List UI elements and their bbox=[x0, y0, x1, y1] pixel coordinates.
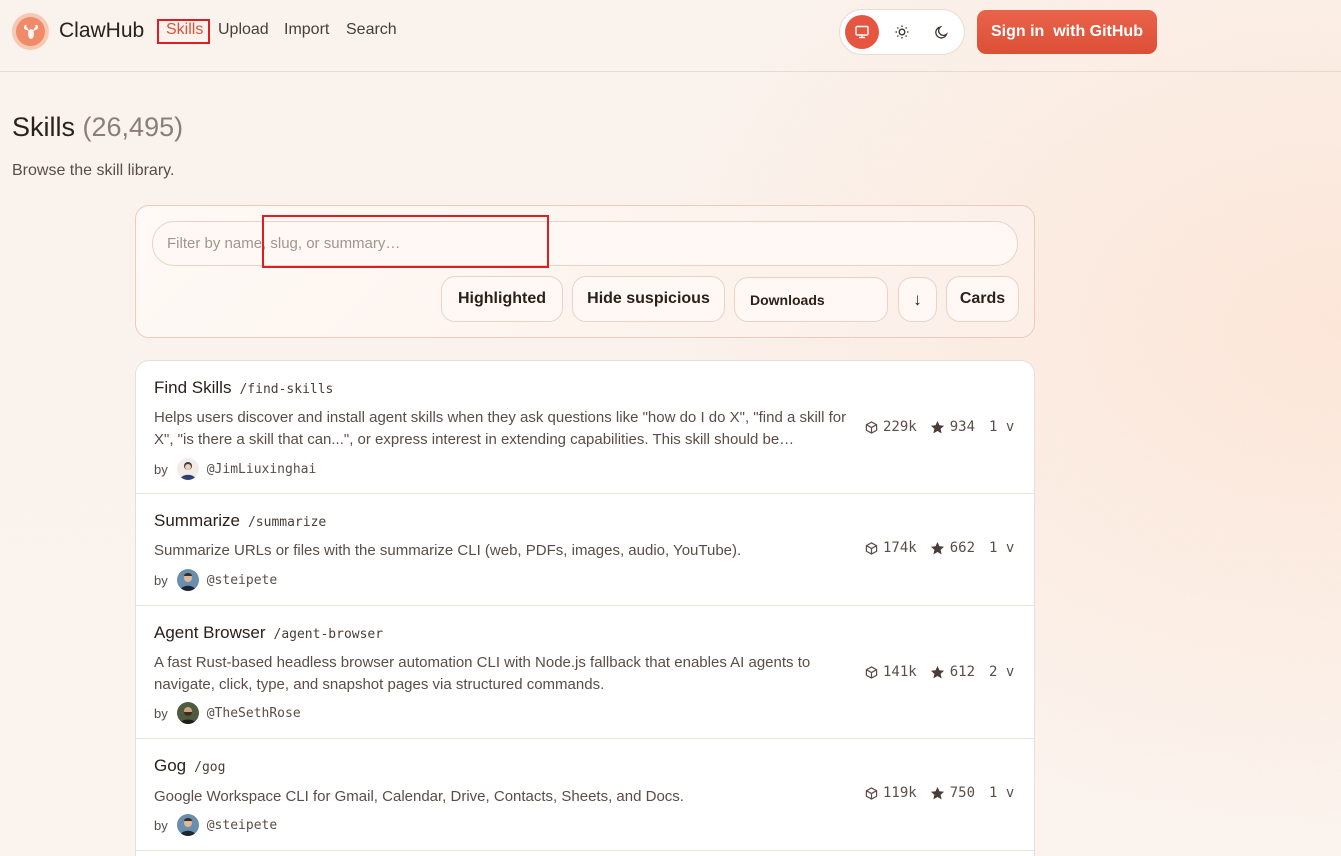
downloads-count: 141k bbox=[883, 664, 917, 680]
star-icon bbox=[930, 786, 944, 799]
highlighted-toggle[interactable]: Highlighted bbox=[441, 276, 563, 322]
stars-count: 662 bbox=[949, 540, 976, 556]
theme-system-button[interactable] bbox=[845, 15, 879, 49]
skill-title[interactable]: Find Skills/find-skills bbox=[154, 378, 333, 398]
highlight-box-search bbox=[262, 215, 549, 268]
skill-author-line: by @JimLiuxinghai bbox=[154, 458, 316, 480]
avatar[interactable] bbox=[176, 814, 199, 836]
monitor-icon bbox=[855, 25, 869, 39]
skill-title[interactable]: Gog/gog bbox=[154, 756, 225, 776]
stars-count: 750 bbox=[949, 785, 976, 801]
page-title-text: Skills bbox=[12, 112, 76, 142]
skill-title[interactable]: Agent Browser/agent-browser bbox=[154, 623, 383, 643]
skill-name: Summarize bbox=[154, 511, 240, 530]
by-label: by bbox=[154, 705, 168, 721]
skill-stats: 119k 750 1 v bbox=[865, 785, 1014, 801]
skill-author-line: by @steipete bbox=[154, 569, 277, 591]
page-subtitle: Browse the skill library. bbox=[12, 162, 175, 179]
downloads-count: 119k bbox=[883, 785, 917, 801]
sort-select-value: Downloads bbox=[750, 291, 825, 308]
downloads-count: 174k bbox=[883, 540, 917, 556]
downloads-count: 229k bbox=[883, 419, 917, 435]
top-bar: ClawHub Skills Upload Import Search Sign… bbox=[0, 0, 1341, 72]
skill-row[interactable]: Gog/gog Google Workspace CLI for Gmail, … bbox=[136, 739, 1034, 851]
stars-count: 612 bbox=[949, 664, 976, 680]
lobster-icon bbox=[16, 17, 45, 46]
skill-stats: 174k 662 1 v bbox=[865, 540, 1014, 556]
star-icon bbox=[930, 541, 944, 554]
star-icon bbox=[930, 420, 944, 433]
skills-list: Find Skills/find-skills Helps users disc… bbox=[135, 360, 1035, 856]
skill-name: Find Skills bbox=[154, 378, 232, 397]
sun-icon bbox=[895, 25, 909, 39]
by-label: by bbox=[154, 817, 168, 833]
sign-in-github-button[interactable]: Sign in with GitHub bbox=[977, 10, 1157, 54]
versions-count: 1 v bbox=[989, 785, 1015, 801]
skills-count: (26,495) bbox=[82, 112, 184, 142]
skill-author-line: by @steipete bbox=[154, 814, 277, 836]
arrow-down-icon: ↓ bbox=[913, 289, 922, 309]
skill-author-line: by @TheSethRose bbox=[154, 702, 301, 724]
nav-search[interactable]: Search bbox=[346, 21, 397, 39]
page-title: Skills (26,495) bbox=[12, 112, 183, 143]
stars-count: 934 bbox=[949, 419, 976, 435]
by-label: by bbox=[154, 461, 168, 477]
theme-dark-button[interactable] bbox=[925, 15, 959, 49]
moon-icon bbox=[935, 25, 948, 39]
view-mode-button[interactable]: Cards bbox=[946, 276, 1019, 322]
by-label: by bbox=[154, 572, 168, 588]
skill-name: Gog bbox=[154, 756, 187, 775]
skill-title[interactable]: Summarize/summarize bbox=[154, 511, 326, 531]
author-handle[interactable]: @JimLiuxinghai bbox=[207, 462, 317, 477]
skill-description: Summarize URLs or files with the summari… bbox=[154, 542, 742, 559]
skill-description: Google Workspace CLI for Gmail, Calendar… bbox=[154, 788, 684, 805]
skill-slug: /summarize bbox=[247, 515, 327, 530]
avatar[interactable] bbox=[176, 569, 199, 591]
avatar[interactable] bbox=[176, 702, 199, 724]
package-icon bbox=[865, 665, 878, 679]
skill-slug: /find-skills bbox=[239, 382, 334, 397]
author-handle[interactable]: @steipete bbox=[207, 818, 277, 833]
skill-stats: 141k 612 2 v bbox=[865, 664, 1014, 680]
versions-count: 1 v bbox=[989, 419, 1015, 435]
avatar[interactable] bbox=[176, 458, 199, 480]
theme-light-button[interactable] bbox=[885, 15, 919, 49]
sort-direction-button[interactable]: ↓ bbox=[898, 277, 937, 322]
hide-suspicious-toggle[interactable]: Hide suspicious bbox=[572, 276, 725, 322]
sort-select[interactable]: Downloads bbox=[734, 277, 888, 322]
skill-row[interactable]: Agent Browser/agent-browser A fast Rust-… bbox=[136, 606, 1034, 739]
versions-count: 2 v bbox=[989, 664, 1015, 680]
package-icon bbox=[865, 420, 878, 434]
skill-description: A fast Rust-based headless browser autom… bbox=[154, 654, 811, 693]
highlight-box-skills bbox=[157, 19, 210, 44]
skill-row[interactable]: Summarize/summarize Summarize URLs or fi… bbox=[136, 494, 1034, 606]
author-handle[interactable]: @steipete bbox=[207, 573, 277, 588]
nav-upload[interactable]: Upload bbox=[218, 21, 269, 39]
skill-slug: /gog bbox=[194, 760, 226, 775]
brand-name[interactable]: ClawHub bbox=[59, 19, 144, 43]
versions-count: 1 v bbox=[989, 540, 1015, 556]
package-icon bbox=[865, 786, 878, 800]
skill-name: Agent Browser bbox=[154, 623, 266, 642]
package-icon bbox=[865, 541, 878, 555]
skill-row[interactable]: Find Skills/find-skills Helps users disc… bbox=[136, 361, 1034, 494]
nav-import[interactable]: Import bbox=[284, 21, 329, 39]
clawhub-logo[interactable] bbox=[12, 13, 49, 50]
theme-toggle bbox=[839, 9, 965, 55]
star-icon bbox=[930, 665, 944, 678]
skill-slug: /agent-browser bbox=[273, 627, 384, 642]
skill-stats: 229k 934 1 v bbox=[865, 419, 1014, 435]
skill-description: Helps users discover and install agent s… bbox=[154, 409, 847, 448]
author-handle[interactable]: @TheSethRose bbox=[207, 706, 301, 721]
